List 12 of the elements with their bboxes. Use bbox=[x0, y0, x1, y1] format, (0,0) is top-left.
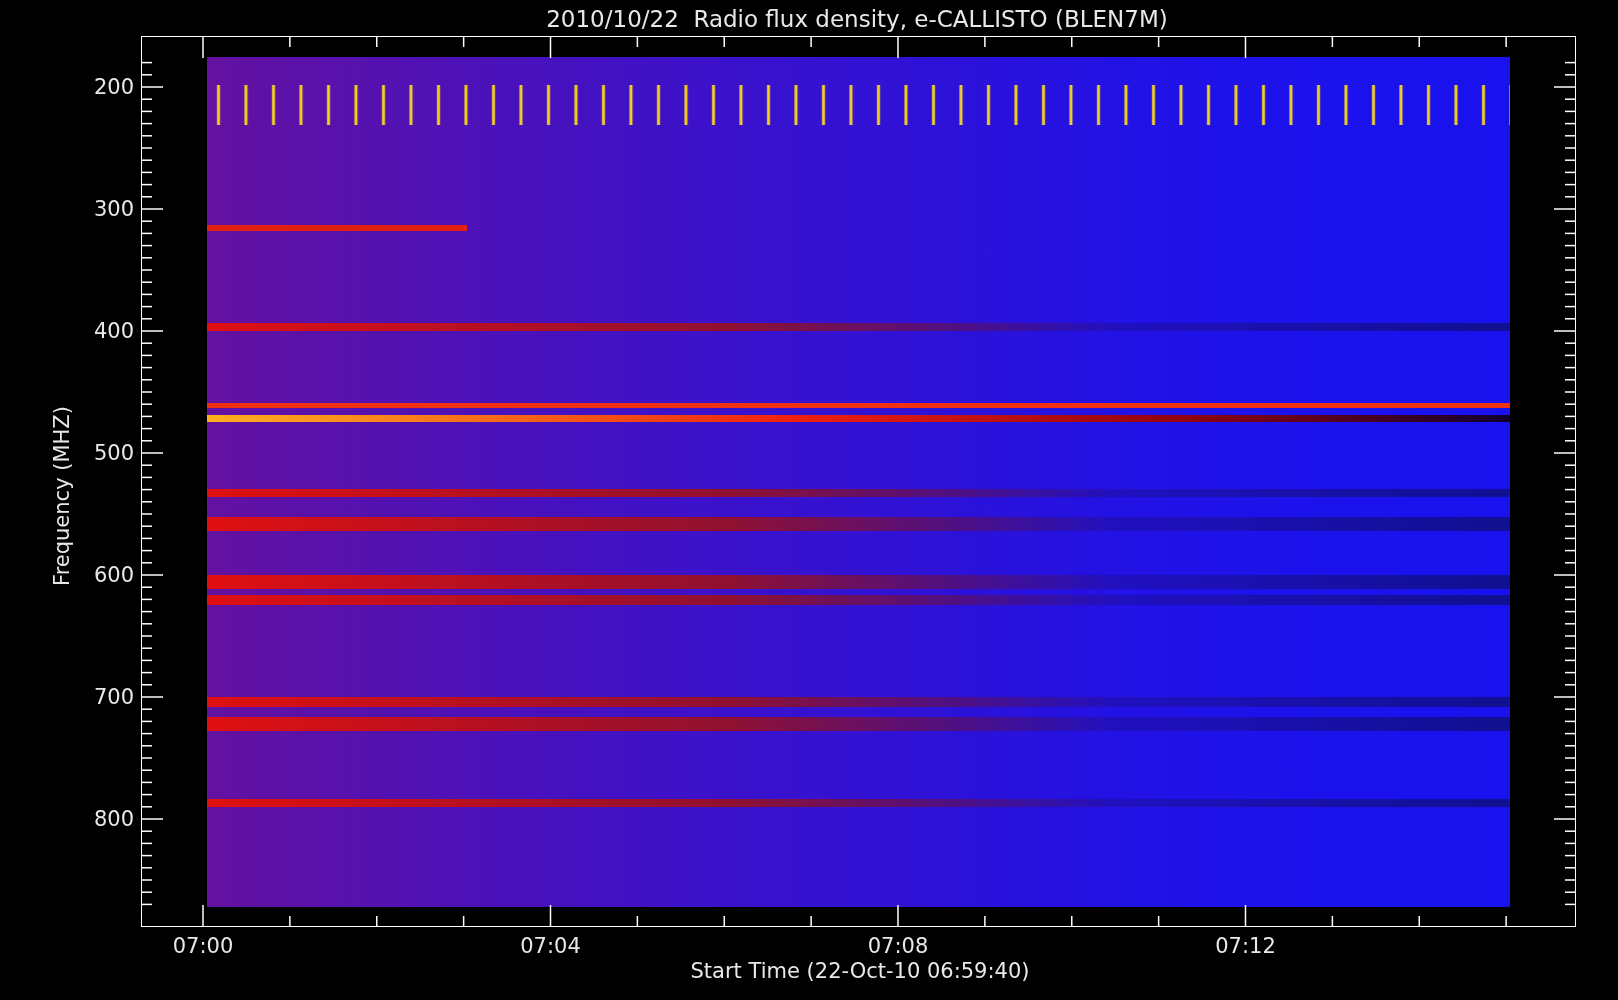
y-tick-label: 200 bbox=[92, 75, 134, 99]
x-tick-label: 07:04 bbox=[519, 934, 582, 958]
y-tick-label: 800 bbox=[92, 807, 134, 831]
chart-title: 2010/10/22 Radio flux density, e-CALLISTO (BLEN7M) bbox=[545, 5, 1169, 34]
y-tick-label: 300 bbox=[92, 197, 134, 221]
y-tick-label: 400 bbox=[92, 319, 134, 343]
y-axis-label: Frequency (MHZ) bbox=[50, 405, 74, 588]
x-tick-label: 07:12 bbox=[1214, 934, 1277, 958]
x-axis-label: Start Time (22-Oct-10 06:59:40) bbox=[689, 959, 1031, 983]
x-tick-label: 07:00 bbox=[171, 934, 235, 958]
y-tick-label: 700 bbox=[92, 685, 134, 709]
x-tick-label: 07:08 bbox=[866, 934, 930, 958]
